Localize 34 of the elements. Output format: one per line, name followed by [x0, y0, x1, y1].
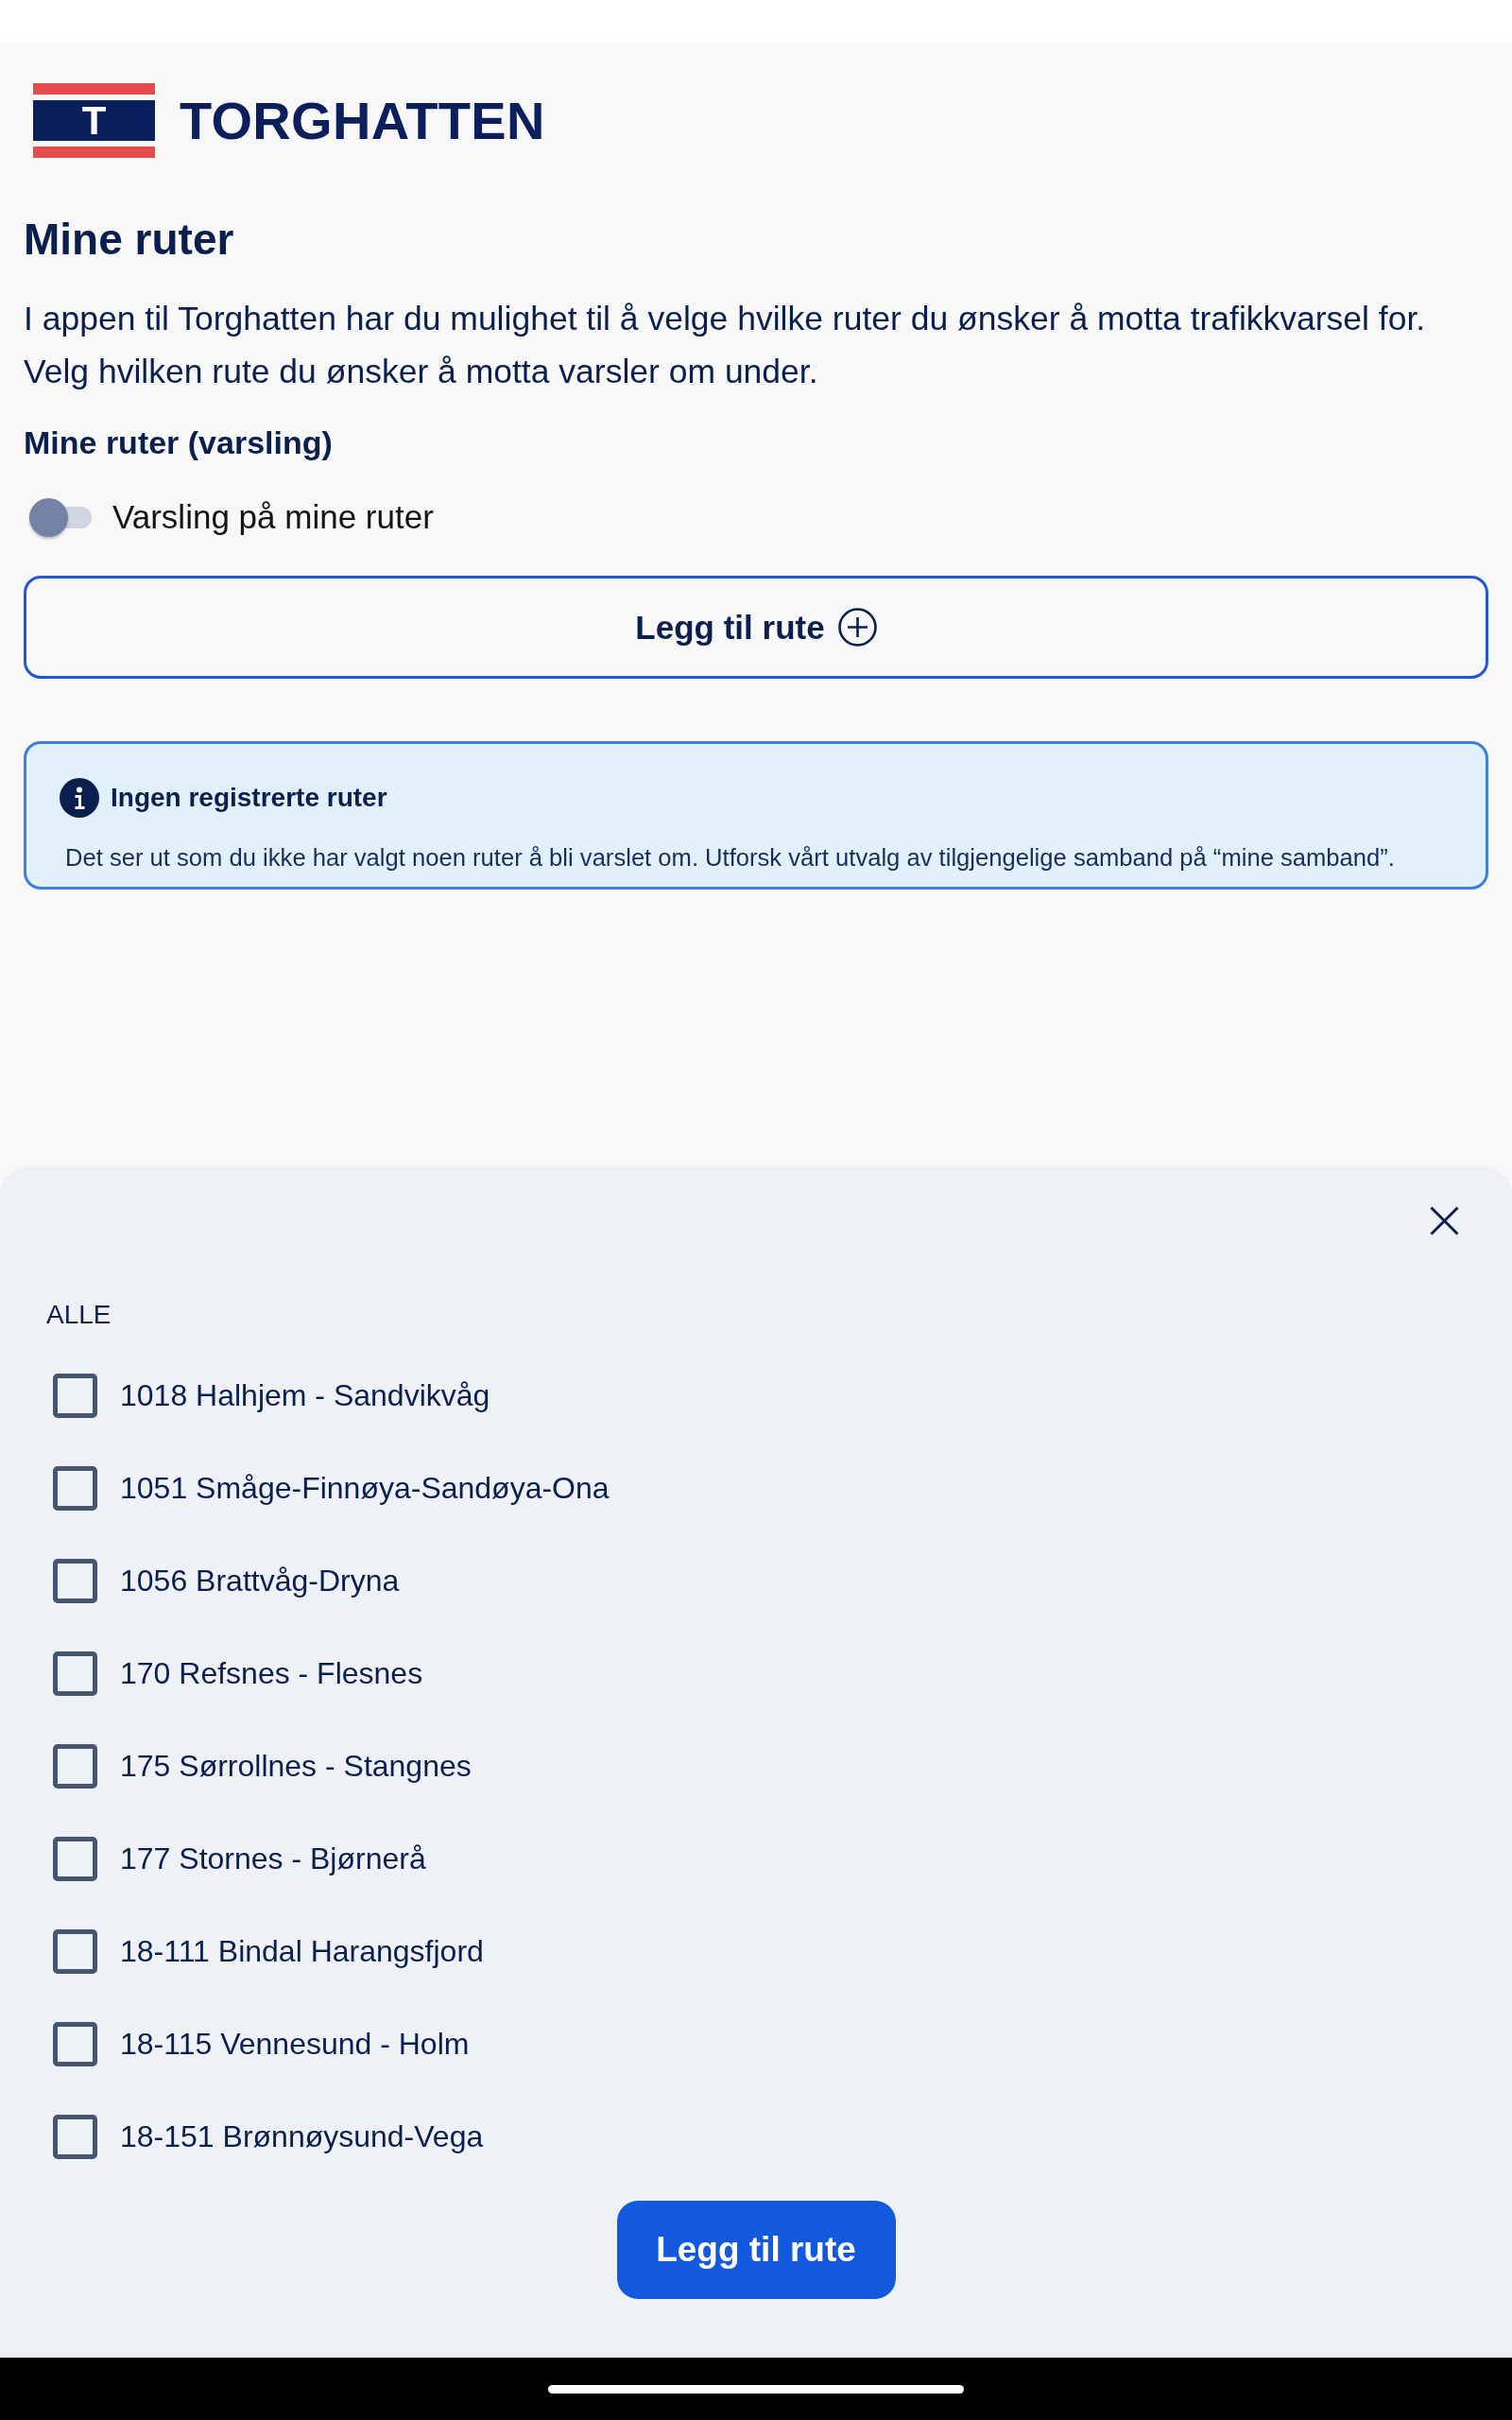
checkbox[interactable]	[53, 1651, 97, 1696]
route-label[interactable]: 18-115 Vennesund - Holm	[120, 2025, 470, 2063]
toggle-label[interactable]: Varsling på mine ruter	[112, 497, 434, 537]
checkbox[interactable]	[53, 1743, 97, 1789]
logo-wordmark: TORGHATTEN	[180, 94, 545, 147]
info-text: Det ser ut som du ikke har valgt noen ruter å bli varslet om. Utforsk vårt utvalg av tilgjengelige samband på “mine samband”.	[65, 843, 1396, 872]
checkbox[interactable]	[53, 2114, 97, 2159]
page-title: Mine ruter	[24, 214, 235, 266]
checkbox[interactable]	[53, 1836, 97, 1881]
route-label[interactable]: 18-111 Bindal Harangsfjord	[120, 1932, 484, 1970]
intro-text: Velg hvilken rute du ønsker å motta varsler om under.	[24, 352, 819, 392]
group-label: ALLE	[46, 1299, 112, 1331]
logo-flag: T	[33, 83, 155, 158]
add-route-button[interactable]: Legg til rute	[24, 576, 1488, 679]
submit-button[interactable]: Legg til rute	[616, 2201, 896, 2299]
checkbox[interactable]	[53, 1465, 97, 1511]
intro-text: I appen til Torghatten har du mulighet til å velge hvilke ruter du ønsker å motta trafikkvarsel for.	[24, 299, 1427, 339]
route-label[interactable]: 175 Sørrollnes - Stangnes	[120, 1747, 472, 1785]
toggle-switch[interactable]	[29, 497, 92, 537]
route-label[interactable]: 18-151 Brønnøysund-Vega	[120, 2118, 484, 2155]
route-label[interactable]: 1051 Småge-Finnøya-Sandøya-Ona	[120, 1469, 610, 1507]
checkbox[interactable]	[53, 1928, 97, 1974]
route-label[interactable]: 170 Refsnes - Flesnes	[120, 1654, 423, 1692]
checkbox[interactable]	[53, 2021, 97, 2066]
info-icon	[60, 778, 99, 818]
close-icon	[1430, 1206, 1459, 1236]
route-label[interactable]: 1056 Brattvåg-Dryna	[120, 1562, 400, 1599]
section-title: Mine ruter (varsling)	[24, 424, 334, 461]
checkbox[interactable]	[53, 1558, 97, 1603]
plus-circle-icon	[837, 608, 877, 647]
route-label[interactable]: 177 Stornes - Bjørnerå	[120, 1840, 426, 1877]
route-label[interactable]: 1018 Halhjem - Sandvikvåg	[120, 1376, 490, 1414]
checkbox[interactable]	[53, 1373, 97, 1418]
info-title: Ingen registrerte ruter	[111, 782, 387, 814]
